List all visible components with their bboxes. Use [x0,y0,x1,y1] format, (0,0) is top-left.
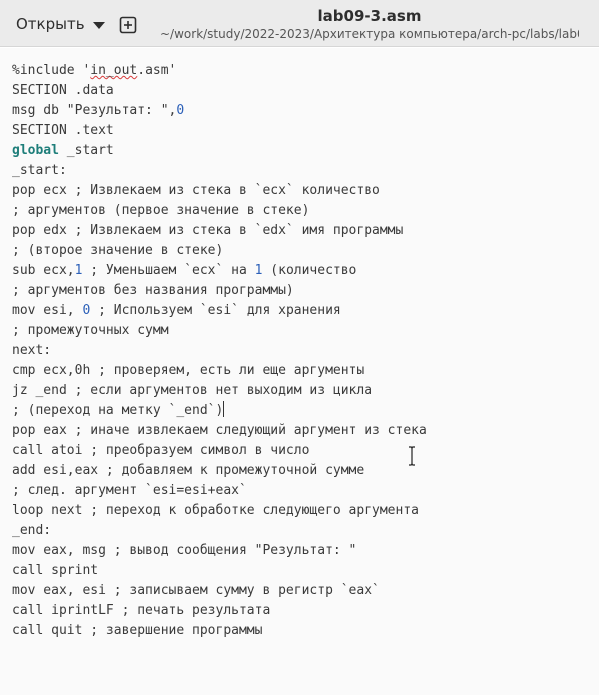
code-token: %include ' [12,63,91,78]
code-line[interactable]: call iprintLF ; печать результата [12,601,427,621]
code-line[interactable]: call atoi ; преобразуем символ в число [12,441,427,461]
code-line[interactable]: pop eax ; иначе извлекаем следующий аргу… [12,421,427,441]
code-line[interactable]: SECTION .text [12,121,427,141]
code-token: mov esi, [12,303,83,318]
code-line[interactable]: sub ecx,1 ; Уменьшаем `ecx` на 1 (количе… [12,261,427,281]
code-token: jz _end ; если аргументов нет выходим из… [12,383,373,398]
code-token: _start [58,143,114,158]
code-line[interactable]: ; промежуточных сумм [12,321,427,341]
code-token: ; промежуточных сумм [12,323,169,338]
code-token: ; аргументов (первое значение в стеке) [12,203,310,218]
code-token: SECTION .text [12,123,114,138]
code-token: loop next ; переход к обработке следующе… [12,503,419,518]
code-token: .asm' [137,63,177,78]
code-token: mov eax, msg ; вывод сообщения "Результа… [12,543,357,558]
code-token: ; (переход на метку `_end`) [12,403,224,418]
code-line[interactable]: call sprint [12,561,427,581]
code-line[interactable]: mov esi, 0 ; Используем `esi` для хранен… [12,301,427,321]
code-line[interactable]: _start: [12,161,427,181]
code-line[interactable]: ; аргументов без названия программы) [12,281,427,301]
code-token: call quit ; завершение программы [12,623,263,638]
code-content[interactable]: %include 'in_out.asm' SECTION .data msg db… [12,61,427,641]
code-token: in_out [90,63,138,78]
text-caret [223,401,225,417]
file-path: ~/work/study/2022-2023/Архитектура компь… [160,27,579,41]
code-line[interactable]: ; (второе значение в стеке) [12,241,427,261]
code-line[interactable]: global _start [12,141,427,161]
code-token: cmp ecx,0h ; проверяем, есть ли еще аргу… [12,363,365,378]
code-token: _start: [12,163,67,178]
code-line[interactable]: ; (переход на метку `_end`) [12,401,427,421]
code-line[interactable]: _end: [12,521,427,541]
text-editor[interactable]: %include 'in_out.asm' SECTION .data msg db… [0,48,599,695]
code-token: ; Уменьшаем `ecx` на [82,263,255,278]
header-bar: Открыть lab09-3.asm ~/work/study/2022-20… [0,0,599,47]
code-token: call iprintLF ; печать результата [12,603,271,618]
code-token: global [12,143,59,158]
code-token: ; (второе значение в стеке) [12,243,224,258]
code-token: pop eax ; иначе извлекаем следующий аргу… [12,423,427,438]
code-line[interactable]: loop next ; переход к обработке следующе… [12,501,427,521]
code-line[interactable]: SECTION .data [12,81,427,101]
code-line[interactable]: jz _end ; если аргументов нет выходим из… [12,381,427,401]
code-line[interactable]: cmp ecx,0h ; проверяем, есть ли еще аргу… [12,361,427,381]
window-title: lab09-3.asm [317,7,422,25]
code-token: ; Используем `esi` для хранения [90,303,341,318]
code-line[interactable]: %include 'in_out.asm' [12,61,427,81]
code-token: add esi,eax ; добавляем к промежуточной … [12,463,365,478]
code-line[interactable]: call quit ; завершение программы [12,621,427,641]
code-line[interactable]: next: [12,341,427,361]
code-token: 0 [176,103,185,118]
code-token: next: [12,343,52,358]
code-line[interactable]: mov eax, esi ; записываем сумму в регист… [12,581,427,601]
code-line[interactable]: pop ecx ; Извлекаем из стека в `ecx` кол… [12,181,427,201]
code-token: msg db "Результат: ", [12,103,177,118]
open-button[interactable]: Открыть [6,9,115,39]
chevron-down-icon [92,21,105,29]
new-tab-icon [119,16,137,34]
new-tab-button[interactable] [113,12,143,38]
code-token: mov eax, esi ; записываем сумму в регист… [12,583,380,598]
code-token: SECTION .data [12,83,114,98]
code-token: sub ecx, [12,263,75,278]
code-token: pop edx ; Извлекаем из стека в `edx` имя… [12,223,404,238]
code-line[interactable]: pop edx ; Извлекаем из стека в `edx` имя… [12,221,427,241]
window-title-area: lab09-3.asm ~/work/study/2022-2023/Архит… [160,6,579,43]
code-token: call atoi ; преобразуем символ в число [12,443,310,458]
code-line[interactable]: ; след. аргумент `esi=esi+eax` [12,481,427,501]
code-line[interactable]: ; аргументов (первое значение в стеке) [12,201,427,221]
open-button-label: Открыть [16,15,85,33]
code-line[interactable]: msg db "Результат: ",0 [12,101,427,121]
code-line[interactable]: mov eax, msg ; вывод сообщения "Результа… [12,541,427,561]
code-token: ; след. аргумент `esi=esi+eax` [12,483,247,498]
code-token: pop ecx ; Извлекаем из стека в `ecx` кол… [12,183,380,198]
code-token: (количество [262,263,357,278]
text-ibeam-icon [409,446,415,466]
code-token: call sprint [12,563,99,578]
code-line[interactable]: add esi,eax ; добавляем к промежуточной … [12,461,427,481]
code-token: ; аргументов без названия программы) [12,283,294,298]
code-token: _end: [12,523,52,538]
